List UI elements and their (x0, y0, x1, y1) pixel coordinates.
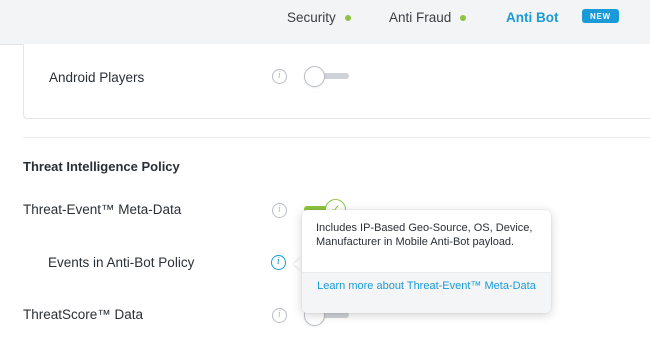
info-icon[interactable]: i (272, 308, 287, 323)
info-icon[interactable]: i (272, 69, 287, 84)
events-anti-bot-policy-label: Events in Anti-Bot Policy (48, 255, 195, 270)
section-title: Threat Intelligence Policy (23, 159, 180, 174)
status-dot (344, 15, 351, 21)
tab-anti-fraud[interactable]: Anti Fraud (389, 9, 467, 27)
status-dot (460, 15, 467, 21)
section-divider (23, 137, 650, 138)
tab-security[interactable]: Security (287, 9, 351, 27)
tab-anti-bot[interactable]: Anti Bot (506, 9, 558, 27)
info-icon[interactable]: i (272, 203, 287, 218)
tooltip-arrow (294, 257, 302, 271)
tab-anti-fraud-label: Anti Fraud (389, 10, 452, 25)
android-players-toggle[interactable] (304, 66, 325, 87)
info-icon[interactable]: i (271, 255, 286, 270)
learn-more-link[interactable]: Learn more about Threat-Event™ Meta-Data (314, 280, 539, 293)
android-players-label: Android Players (49, 70, 145, 85)
tab-anti-bot-label: Anti Bot (506, 10, 559, 25)
tooltip-text: Includes IP-Based Geo-Source, OS, Device… (316, 222, 533, 248)
threat-event-meta-data-label: Threat-Event™ Meta-Data (23, 202, 182, 217)
new-badge: NEW (582, 9, 619, 23)
threatscore-data-label: ThreatScore™ Data (23, 307, 144, 322)
info-tooltip: Includes IP-Based Geo-Source, OS, Device… (302, 210, 551, 313)
top-tab-bar: Security Anti Fraud Anti Bot NEW (0, 0, 650, 45)
tooltip-footer: Learn more about Threat-Event™ Meta-Data (302, 272, 551, 313)
tab-security-label: Security (287, 10, 336, 25)
